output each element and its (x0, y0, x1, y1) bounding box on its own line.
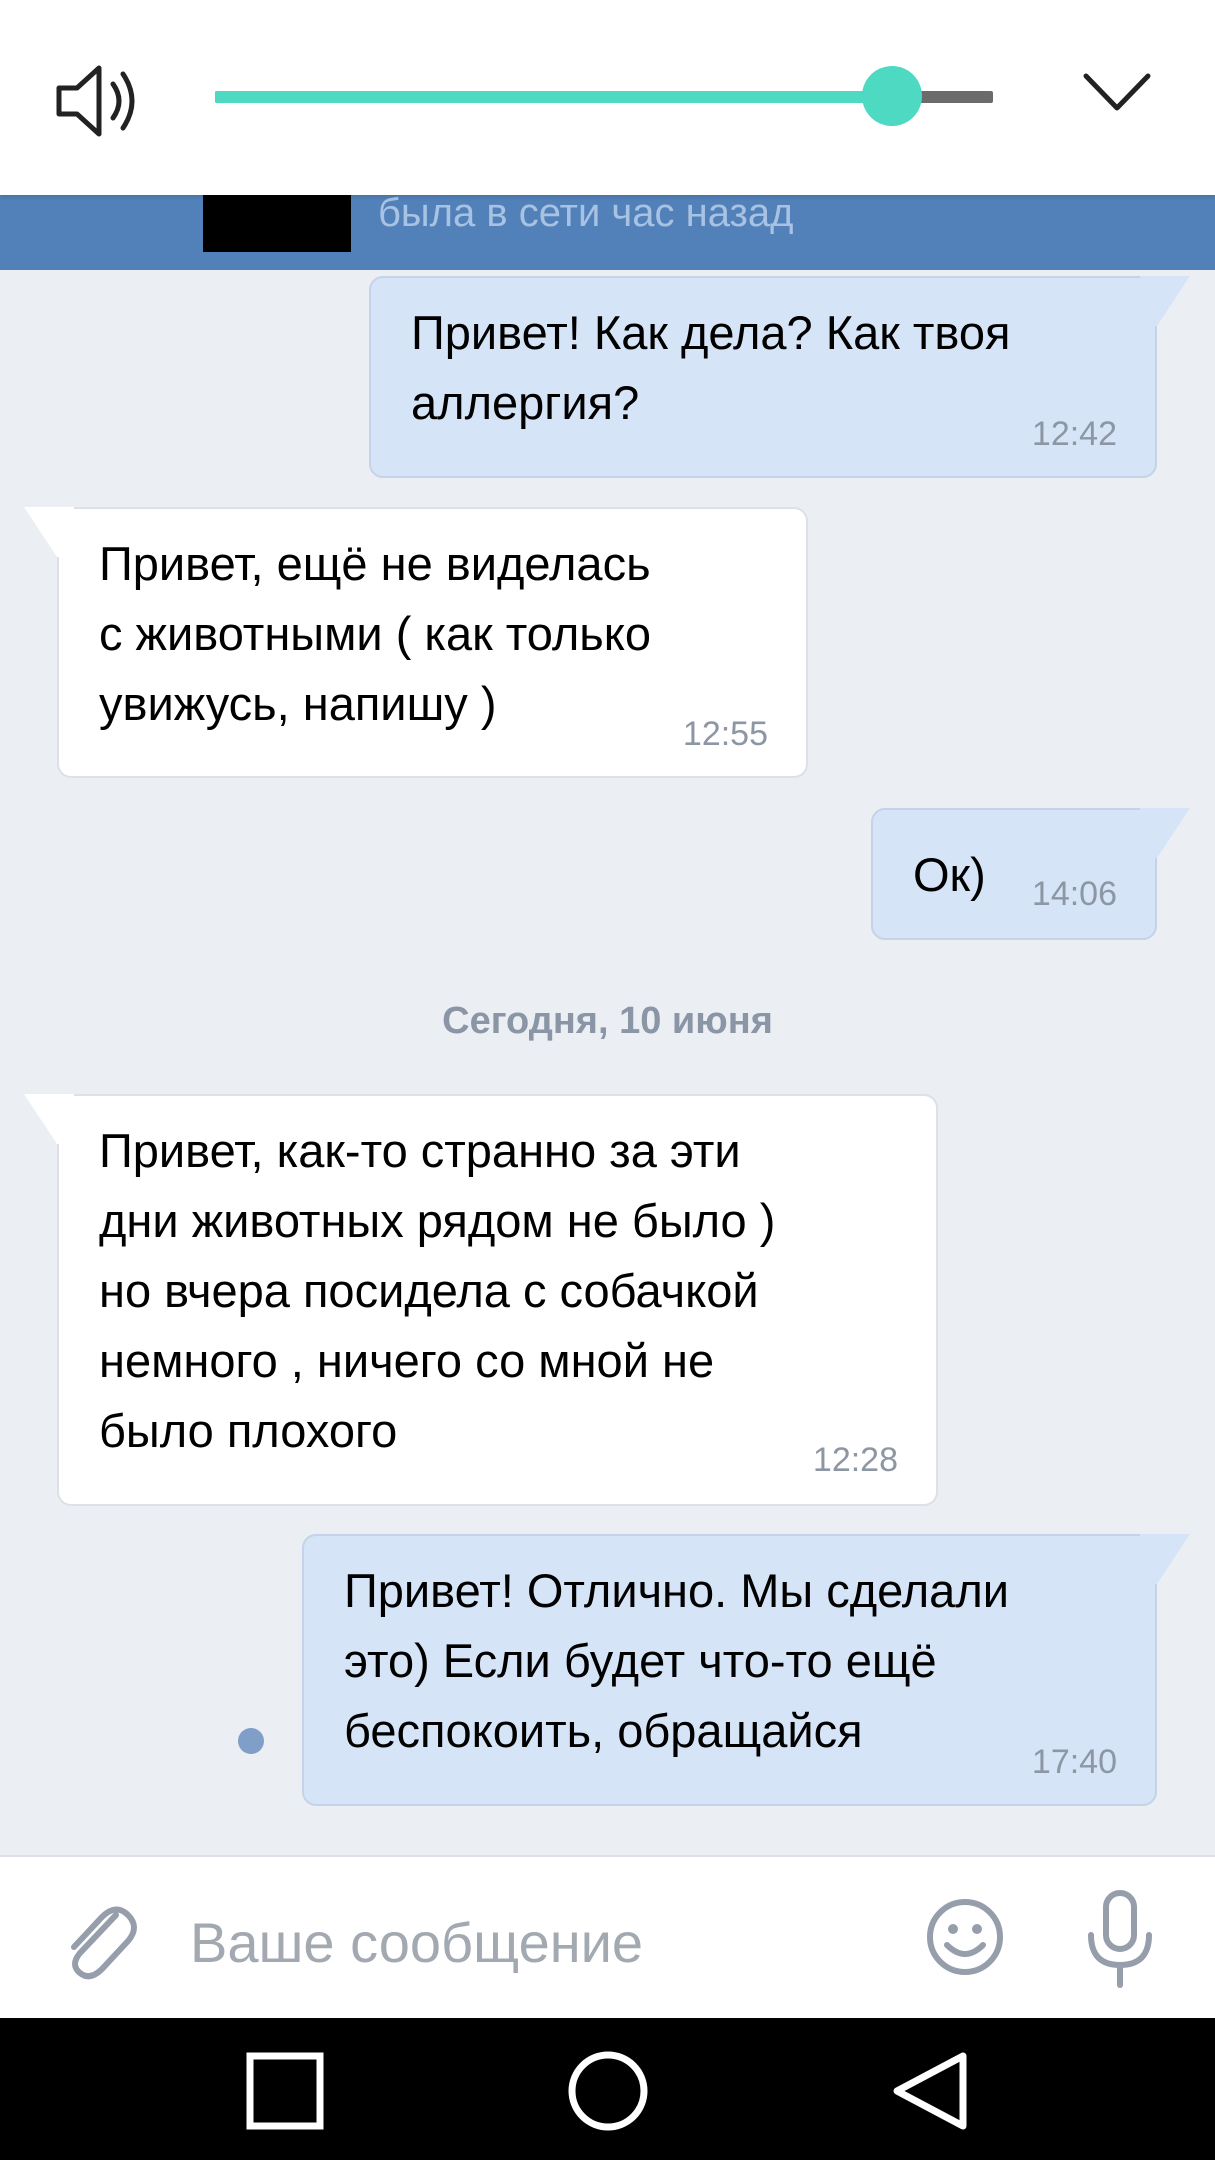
message-input[interactable] (190, 1897, 890, 1987)
message-text: Привет, как-то странно за эти дни животн… (99, 1124, 776, 1457)
date-separator: Сегодня, 10 июня (442, 1000, 773, 1042)
message-time: 14:06 (1031, 875, 1117, 913)
bubble-tail (1140, 808, 1190, 858)
volume-slider[interactable] (215, 66, 993, 126)
message-bubble-incoming[interactable]: Привет, ещё не виделась с животными ( ка… (57, 507, 808, 778)
paperclip-icon[interactable] (58, 1897, 138, 1985)
message-bubble-outgoing[interactable]: Привет! Отлично. Мы сделали это) Если бу… (302, 1534, 1157, 1806)
message-bubble-outgoing[interactable]: Ок) 14:06 (871, 808, 1157, 940)
volume-slider-thumb[interactable] (861, 66, 922, 126)
message-bubble-outgoing[interactable]: Привет! Как дела? Как твоя аллергия? 12:… (369, 276, 1157, 478)
bubble-tail (1140, 276, 1190, 326)
chevron-down-icon[interactable] (1082, 70, 1152, 116)
message-text: Привет, ещё не виделась с животными ( ка… (99, 537, 651, 730)
message-text: Ок) (913, 848, 986, 901)
back-icon[interactable] (885, 2046, 975, 2136)
smiley-icon[interactable] (925, 1897, 1005, 1977)
chat-header[interactable]: была в сети час назад (0, 191, 1215, 270)
message-text: Привет! Как дела? Как твоя аллергия? (411, 306, 1011, 429)
volume-slider-fill (215, 91, 892, 103)
message-text: Привет! Отлично. Мы сделали это) Если бу… (344, 1564, 1009, 1757)
message-bubble-incoming[interactable]: Привет, как-то странно за эти дни животн… (57, 1094, 938, 1506)
redacted-contact-name (203, 195, 351, 252)
home-icon[interactable] (563, 2046, 653, 2136)
message-composer (0, 1855, 1215, 2018)
bubble-tail (24, 1094, 74, 1144)
speaker-icon[interactable] (55, 62, 143, 140)
microphone-icon[interactable] (1085, 1889, 1155, 1989)
bubble-tail (1140, 1534, 1190, 1584)
recent-apps-icon[interactable] (240, 2046, 330, 2136)
online-status: была в сети час назад (378, 191, 794, 235)
bubble-tail (24, 507, 74, 557)
message-time: 12:55 (682, 715, 768, 753)
message-time: 17:40 (1031, 1743, 1117, 1781)
volume-panel (0, 0, 1215, 195)
system-navigation-bar (0, 2018, 1215, 2160)
unread-indicator (238, 1728, 264, 1754)
message-time: 12:42 (1031, 415, 1117, 453)
message-time: 12:28 (812, 1441, 898, 1479)
